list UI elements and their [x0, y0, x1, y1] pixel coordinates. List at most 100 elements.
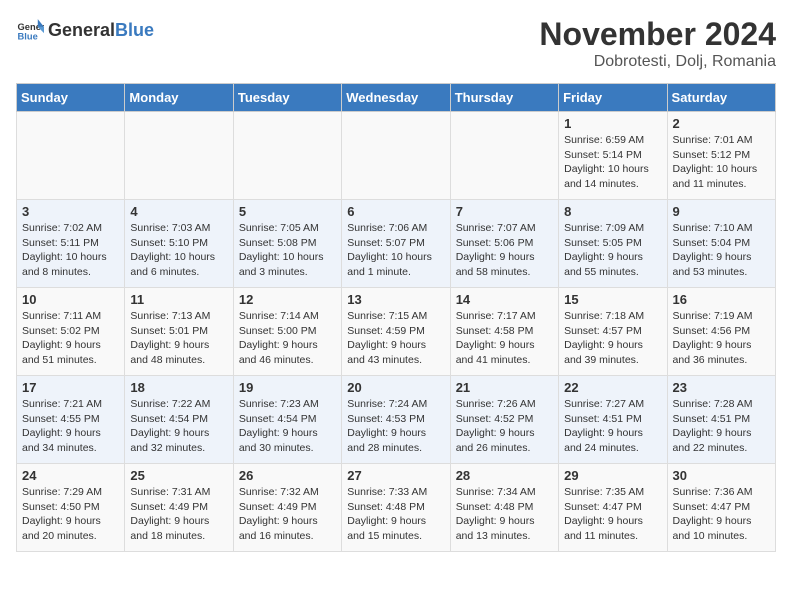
day-cell	[17, 112, 125, 200]
day-info: Sunrise: 7:19 AM Sunset: 4:56 PM Dayligh…	[673, 309, 770, 368]
day-info: Sunrise: 7:32 AM Sunset: 4:49 PM Dayligh…	[239, 485, 336, 544]
day-cell: 29 Sunrise: 7:35 AM Sunset: 4:47 PM Dayli…	[559, 464, 667, 552]
day-cell: 16 Sunrise: 7:19 AM Sunset: 4:56 PM Dayli…	[667, 288, 775, 376]
day-number: 11	[130, 292, 227, 307]
week-row-3: 17 Sunrise: 7:21 AM Sunset: 4:55 PM Dayli…	[17, 376, 776, 464]
day-cell: 20Sunrise: 7:24 AM Sunset: 4:53 PM Dayli…	[342, 376, 450, 464]
day-cell: 14Sunrise: 7:17 AM Sunset: 4:58 PM Dayli…	[450, 288, 558, 376]
day-number: 17	[22, 380, 119, 395]
logo-text-blue: Blue	[115, 20, 154, 40]
day-number: 23	[673, 380, 770, 395]
day-cell: 8 Sunrise: 7:09 AM Sunset: 5:05 PM Daylig…	[559, 200, 667, 288]
day-info: Sunrise: 7:14 AM Sunset: 5:00 PM Dayligh…	[239, 309, 336, 368]
day-cell: 6 Sunrise: 7:06 AM Sunset: 5:07 PM Daylig…	[342, 200, 450, 288]
day-cell: 9 Sunrise: 7:10 AM Sunset: 5:04 PM Daylig…	[667, 200, 775, 288]
day-cell: 30 Sunrise: 7:36 AM Sunset: 4:47 PM Dayli…	[667, 464, 775, 552]
svg-text:Blue: Blue	[18, 31, 38, 41]
day-info: Sunrise: 7:36 AM Sunset: 4:47 PM Dayligh…	[673, 485, 770, 544]
day-info: Sunrise: 7:35 AM Sunset: 4:47 PM Dayligh…	[564, 485, 661, 544]
calendar-subtitle: Dobrotesti, Dolj, Romania	[539, 53, 776, 71]
day-number: 4	[130, 204, 227, 219]
day-cell: 1 Sunrise: 6:59 AM Sunset: 5:14 PM Daylig…	[559, 112, 667, 200]
day-cell: 19 Sunrise: 7:23 AM Sunset: 4:54 PM Dayli…	[233, 376, 341, 464]
day-info: Sunrise: 7:01 AM Sunset: 5:12 PM Dayligh…	[673, 133, 770, 192]
day-number: 28	[456, 468, 553, 483]
day-number: 8	[564, 204, 661, 219]
day-cell	[342, 112, 450, 200]
day-number: 22	[564, 380, 661, 395]
day-info: Sunrise: 7:29 AM Sunset: 4:50 PM Dayligh…	[22, 485, 119, 544]
page-header: General Blue GeneralBlue November 2024 D…	[16, 16, 776, 71]
day-cell: 12 Sunrise: 7:14 AM Sunset: 5:00 PM Dayli…	[233, 288, 341, 376]
day-number: 2	[673, 116, 770, 131]
day-cell: 7Sunrise: 7:07 AM Sunset: 5:06 PM Daylig…	[450, 200, 558, 288]
day-cell: 25Sunrise: 7:31 AM Sunset: 4:49 PM Dayli…	[125, 464, 233, 552]
day-info: Sunrise: 7:34 AM Sunset: 4:48 PM Dayligh…	[456, 485, 553, 544]
day-info: Sunrise: 6:59 AM Sunset: 5:14 PM Dayligh…	[564, 133, 661, 192]
day-number: 26	[239, 468, 336, 483]
day-info: Sunrise: 7:03 AM Sunset: 5:10 PM Dayligh…	[130, 221, 227, 280]
day-cell	[450, 112, 558, 200]
day-number: 19	[239, 380, 336, 395]
day-number: 3	[22, 204, 119, 219]
day-info: Sunrise: 7:21 AM Sunset: 4:55 PM Dayligh…	[22, 397, 119, 456]
day-info: Sunrise: 7:28 AM Sunset: 4:51 PM Dayligh…	[673, 397, 770, 456]
day-number: 21	[456, 380, 553, 395]
day-cell: 24 Sunrise: 7:29 AM Sunset: 4:50 PM Dayli…	[17, 464, 125, 552]
day-number: 30	[673, 468, 770, 483]
day-number: 29	[564, 468, 661, 483]
day-number: 27	[347, 468, 444, 483]
day-info: Sunrise: 7:18 AM Sunset: 4:57 PM Dayligh…	[564, 309, 661, 368]
day-info: Sunrise: 7:06 AM Sunset: 5:07 PM Dayligh…	[347, 221, 444, 280]
day-cell: 5 Sunrise: 7:05 AM Sunset: 5:08 PM Daylig…	[233, 200, 341, 288]
day-cell: 18Sunrise: 7:22 AM Sunset: 4:54 PM Dayli…	[125, 376, 233, 464]
day-cell: 4 Sunrise: 7:03 AM Sunset: 5:10 PM Daylig…	[125, 200, 233, 288]
day-info: Sunrise: 7:09 AM Sunset: 5:05 PM Dayligh…	[564, 221, 661, 280]
day-cell: 2 Sunrise: 7:01 AM Sunset: 5:12 PM Daylig…	[667, 112, 775, 200]
day-info: Sunrise: 7:33 AM Sunset: 4:48 PM Dayligh…	[347, 485, 444, 544]
day-number: 6	[347, 204, 444, 219]
week-row-1: 3 Sunrise: 7:02 AM Sunset: 5:11 PM Daylig…	[17, 200, 776, 288]
day-info: Sunrise: 7:27 AM Sunset: 4:51 PM Dayligh…	[564, 397, 661, 456]
day-cell: 17 Sunrise: 7:21 AM Sunset: 4:55 PM Dayli…	[17, 376, 125, 464]
day-cell: 28 Sunrise: 7:34 AM Sunset: 4:48 PM Dayli…	[450, 464, 558, 552]
day-number: 13	[347, 292, 444, 307]
day-cell: 11 Sunrise: 7:13 AM Sunset: 5:01 PM Dayli…	[125, 288, 233, 376]
day-number: 25	[130, 468, 227, 483]
day-number: 12	[239, 292, 336, 307]
day-cell	[125, 112, 233, 200]
day-number: 7	[456, 204, 553, 219]
day-info: Sunrise: 7:23 AM Sunset: 4:54 PM Dayligh…	[239, 397, 336, 456]
header-row: SundayMondayTuesdayWednesdayThursdayFrid…	[17, 84, 776, 112]
header-cell-sunday: Sunday	[17, 84, 125, 112]
logo-icon: General Blue	[16, 16, 44, 44]
day-cell: 22 Sunrise: 7:27 AM Sunset: 4:51 PM Dayli…	[559, 376, 667, 464]
day-info: Sunrise: 7:13 AM Sunset: 5:01 PM Dayligh…	[130, 309, 227, 368]
day-info: Sunrise: 7:10 AM Sunset: 5:04 PM Dayligh…	[673, 221, 770, 280]
day-cell: 21Sunrise: 7:26 AM Sunset: 4:52 PM Dayli…	[450, 376, 558, 464]
day-number: 15	[564, 292, 661, 307]
day-info: Sunrise: 7:15 AM Sunset: 4:59 PM Dayligh…	[347, 309, 444, 368]
calendar-table: SundayMondayTuesdayWednesdayThursdayFrid…	[16, 83, 776, 552]
header-cell-friday: Friday	[559, 84, 667, 112]
header-cell-thursday: Thursday	[450, 84, 558, 112]
week-row-2: 10Sunrise: 7:11 AM Sunset: 5:02 PM Dayli…	[17, 288, 776, 376]
day-number: 5	[239, 204, 336, 219]
week-row-0: 1 Sunrise: 6:59 AM Sunset: 5:14 PM Daylig…	[17, 112, 776, 200]
header-cell-saturday: Saturday	[667, 84, 775, 112]
day-number: 9	[673, 204, 770, 219]
day-number: 16	[673, 292, 770, 307]
day-number: 1	[564, 116, 661, 131]
day-cell: 15 Sunrise: 7:18 AM Sunset: 4:57 PM Dayli…	[559, 288, 667, 376]
day-info: Sunrise: 7:02 AM Sunset: 5:11 PM Dayligh…	[22, 221, 119, 280]
day-cell: 3 Sunrise: 7:02 AM Sunset: 5:11 PM Daylig…	[17, 200, 125, 288]
title-area: November 2024 Dobrotesti, Dolj, Romania	[539, 16, 776, 71]
header-cell-wednesday: Wednesday	[342, 84, 450, 112]
day-number: 24	[22, 468, 119, 483]
day-info: Sunrise: 7:05 AM Sunset: 5:08 PM Dayligh…	[239, 221, 336, 280]
header-cell-tuesday: Tuesday	[233, 84, 341, 112]
header-cell-monday: Monday	[125, 84, 233, 112]
day-cell: 26 Sunrise: 7:32 AM Sunset: 4:49 PM Dayli…	[233, 464, 341, 552]
day-info: Sunrise: 7:24 AM Sunset: 4:53 PM Dayligh…	[347, 397, 444, 456]
day-number: 14	[456, 292, 553, 307]
